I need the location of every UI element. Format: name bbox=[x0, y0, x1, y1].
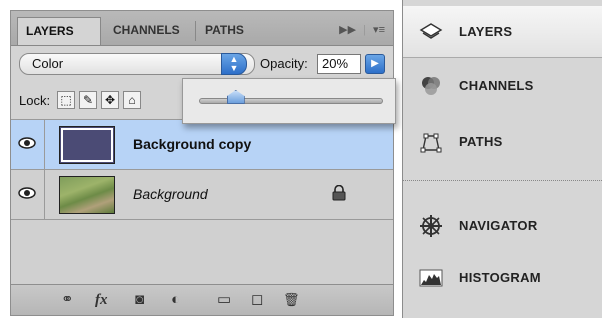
layers-icon bbox=[419, 23, 443, 39]
eye-icon[interactable] bbox=[18, 186, 36, 200]
blend-opacity-row: Color ▲ ▼ Opacity: 20% ▶ bbox=[11, 46, 393, 82]
adjustment-icon[interactable]: ◐ bbox=[171, 291, 180, 309]
tab-layers[interactable]: LAYERS bbox=[17, 17, 101, 45]
opacity-slider-toggle-icon[interactable]: ▶ bbox=[365, 54, 385, 74]
trash-icon[interactable]: 🗑 bbox=[283, 291, 300, 309]
layer-thumbnail bbox=[59, 126, 115, 164]
layer-row-background-copy[interactable]: Background copy bbox=[11, 119, 393, 169]
empty-layer-area bbox=[11, 219, 393, 285]
link-icon[interactable]: ⚭ bbox=[61, 291, 74, 309]
dock-label: LAYERS bbox=[459, 24, 513, 39]
move-lock-icon[interactable]: ✥ bbox=[101, 91, 119, 109]
padlock-icon[interactable]: ⌂ bbox=[123, 91, 141, 109]
opacity-label: Opacity: bbox=[260, 56, 308, 71]
layer-row-background[interactable]: Background bbox=[11, 169, 393, 219]
dock-item-channels[interactable]: CHANNELS bbox=[403, 60, 602, 112]
dock-label: PATHS bbox=[459, 134, 503, 149]
blend-mode-select[interactable]: Color bbox=[19, 53, 255, 75]
panel-menu-controls: ▶▶ | ▾≡ bbox=[339, 24, 385, 36]
panel-menu-icon[interactable]: ▾≡ bbox=[373, 24, 385, 36]
eye-icon[interactable] bbox=[18, 136, 36, 150]
dock-label: HISTOGRAM bbox=[459, 270, 541, 285]
layer-name: Background bbox=[133, 186, 208, 202]
tab-channels[interactable]: CHANNELS bbox=[105, 17, 195, 45]
blend-mode-dropdown-icon[interactable]: ▲ ▼ bbox=[221, 53, 247, 75]
layer-name: Background copy bbox=[133, 136, 252, 152]
panel-dock: LAYERS CHANNELS PATHS NAVIGATOR HISTOGRA… bbox=[402, 0, 602, 318]
opacity-slider-thumb[interactable] bbox=[226, 90, 245, 104]
tab-divider bbox=[195, 21, 196, 41]
opacity-input[interactable]: 20% bbox=[317, 54, 361, 74]
histogram-icon bbox=[419, 269, 443, 287]
layers-panel: LAYERS CHANNELS PATHS ▶▶ | ▾≡ Color ▲ ▼ O… bbox=[10, 10, 394, 316]
layer-thumbnail bbox=[59, 176, 115, 214]
transparency-lock-icon[interactable]: ⬚ bbox=[57, 91, 75, 109]
new-layer-icon[interactable]: ◻ bbox=[251, 291, 263, 309]
dock-item-paths[interactable]: PATHS bbox=[403, 116, 602, 168]
fx-icon[interactable]: fx bbox=[95, 291, 108, 309]
layer-lock-icon bbox=[332, 185, 346, 201]
navigator-icon bbox=[420, 215, 442, 237]
panel-bottom-toolbar: ⚭ fx ◙ ◐ ▭ ◻ 🗑 bbox=[11, 284, 393, 315]
mask-icon[interactable]: ◙ bbox=[135, 291, 144, 309]
paths-icon bbox=[420, 133, 442, 153]
dock-separator bbox=[403, 180, 602, 181]
panel-tab-bar: LAYERS CHANNELS PATHS ▶▶ | ▾≡ bbox=[11, 11, 393, 46]
collapse-icon[interactable]: ▶▶ bbox=[339, 24, 356, 36]
visibility-cell bbox=[11, 170, 45, 219]
visibility-cell bbox=[11, 120, 45, 169]
opacity-slider-popup bbox=[182, 78, 396, 124]
dock-item-histogram[interactable]: HISTOGRAM bbox=[403, 252, 602, 304]
lock-label: Lock: bbox=[19, 93, 51, 108]
tab-paths[interactable]: PATHS bbox=[197, 17, 267, 45]
folder-icon[interactable]: ▭ bbox=[217, 291, 231, 309]
opacity-slider-track[interactable] bbox=[199, 98, 383, 104]
layer-list: Background copy Background bbox=[11, 119, 393, 285]
dock-item-layers[interactable]: LAYERS bbox=[403, 6, 602, 58]
dock-label: NAVIGATOR bbox=[459, 218, 538, 233]
dock-item-navigator[interactable]: NAVIGATOR bbox=[403, 200, 602, 252]
dock-label: CHANNELS bbox=[459, 78, 534, 93]
channels-icon bbox=[422, 77, 440, 95]
brush-lock-icon[interactable]: ✎ bbox=[79, 91, 97, 109]
